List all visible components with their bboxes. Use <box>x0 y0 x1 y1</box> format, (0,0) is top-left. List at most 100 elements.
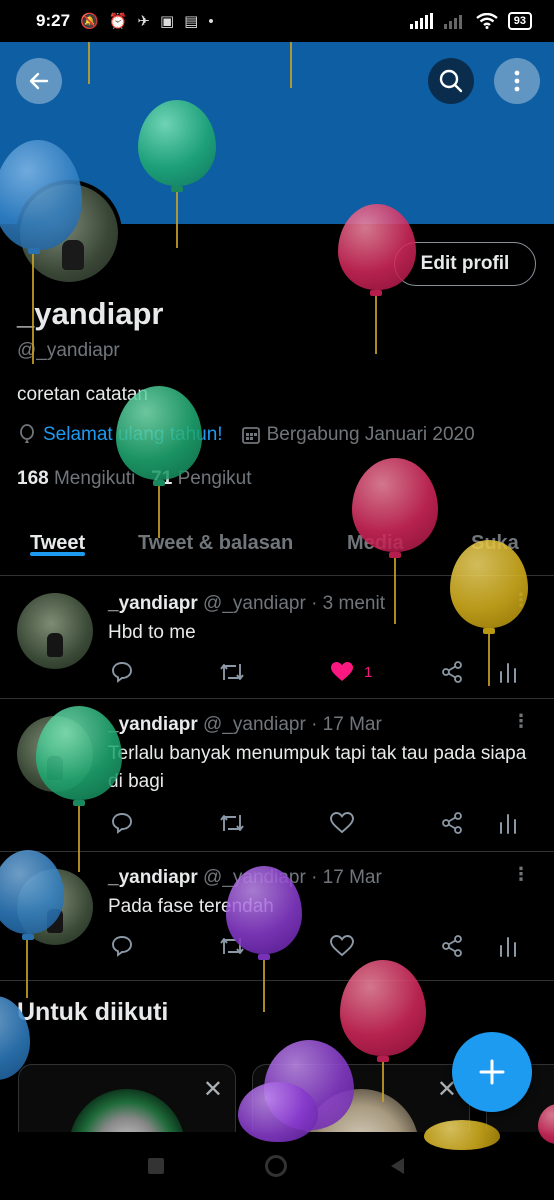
reply-icon <box>112 813 132 834</box>
tweet-author-name: _yandiapr <box>108 867 198 888</box>
birthday-link[interactable]: Selamat ulang tahun! <box>43 424 223 446</box>
dot-icon: • <box>208 12 214 30</box>
analytics-icon <box>500 814 516 834</box>
search-button[interactable] <box>428 58 474 104</box>
tweet-avatar[interactable] <box>17 593 93 669</box>
tweet-text: Terlalu banyak menumpuk tapi tak tau pad… <box>108 743 527 792</box>
tweet-time: · 17 Mar <box>311 714 382 735</box>
like-button[interactable] <box>330 810 354 836</box>
status-time: 9:27 <box>36 11 71 30</box>
close-icon[interactable]: ✕ <box>203 1075 223 1104</box>
tweet-more-button[interactable]: ⋮ <box>512 712 530 730</box>
tweet-more-button[interactable]: ⋮ <box>512 591 530 609</box>
tweet-avatar[interactable] <box>17 869 93 945</box>
tab-label: Media <box>347 532 404 554</box>
reply-button[interactable] <box>110 659 134 685</box>
like-count: 1 <box>364 663 373 681</box>
profile-avatar[interactable] <box>16 180 122 286</box>
app-icon: ▣ <box>159 13 175 30</box>
tweet-actions <box>108 810 528 836</box>
share-button[interactable] <box>440 659 464 685</box>
tweet-header: _yandiapr @_yandiapr · 17 Mar <box>108 867 382 889</box>
tweet-author-handle: @_yandiapr <box>203 593 306 614</box>
compose-tweet-button[interactable] <box>452 1032 532 1112</box>
heart-icon <box>331 662 353 681</box>
tab-label: Tweet <box>30 532 86 554</box>
tab-tweet-replies[interactable]: Tweet & balasan <box>138 520 293 555</box>
tweet-text: Pada fase terendah <box>108 896 274 917</box>
profile-handle: @_yandiapr <box>17 340 120 361</box>
edit-profile-button[interactable]: Edit profil <box>394 242 536 286</box>
following-link[interactable]: 168 Mengikuti <box>17 468 135 489</box>
wifi-icon <box>476 13 498 29</box>
notification-icons: 🔕 ⏰ ✈ ▣ ▤ • <box>80 12 214 31</box>
home-icon[interactable] <box>265 1155 287 1177</box>
chat-icon: ▤ <box>184 13 199 30</box>
share-icon <box>442 812 462 834</box>
tweet-author-handle: @_yandiapr <box>203 867 306 888</box>
tab-tweet[interactable]: Tweet <box>30 520 86 556</box>
retweet-button[interactable] <box>218 933 246 959</box>
tweet-header: _yandiapr @_yandiapr · 17 Mar <box>108 714 382 736</box>
joined-date: Bergabung Januari 2020 <box>266 424 475 445</box>
tweet-item[interactable]: _yandiapr @_yandiapr · 3 menit ⋮ Hbd to … <box>0 577 554 699</box>
tweet-header: _yandiapr @_yandiapr · 3 menit <box>108 593 385 615</box>
plus-icon <box>479 1059 505 1085</box>
profile-tabs: Tweet Tweet & balasan Media Suka <box>0 520 554 576</box>
analytics-button[interactable] <box>498 659 518 685</box>
tweet-author-handle: @_yandiapr <box>203 714 306 735</box>
analytics-button[interactable] <box>498 810 518 836</box>
alarm-icon: ⏰ <box>108 13 128 30</box>
tweet-item[interactable]: _yandiapr @_yandiapr · 17 Mar ⋮ Terlalu … <box>0 700 554 852</box>
share-button[interactable] <box>440 810 464 836</box>
analytics-button[interactable] <box>498 933 518 959</box>
tweet-avatar[interactable] <box>17 716 93 792</box>
system-icons: 93 <box>409 12 532 30</box>
battery-icon: 93 <box>507 12 532 30</box>
back-nav-icon[interactable] <box>388 1156 406 1176</box>
followers-link[interactable]: 71 Pengikut <box>151 468 251 489</box>
tweet-time: · 3 menit <box>311 593 385 614</box>
retweet-button[interactable] <box>218 810 246 836</box>
status-bar: 9:27 🔕 ⏰ ✈ ▣ ▤ • 93 <box>0 0 554 42</box>
profile-meta: Selamat ulang tahun! Bergabung Januari 2… <box>17 424 475 446</box>
tweet-time: · 17 Mar <box>311 867 382 888</box>
tweet-author-name: _yandiapr <box>108 714 198 735</box>
like-button[interactable]: 1 <box>330 659 372 685</box>
calendar-icon <box>241 427 260 444</box>
bird-icon: ✈ <box>137 13 150 30</box>
share-button[interactable] <box>440 933 464 959</box>
heart-icon <box>330 812 354 834</box>
retweet-icon <box>220 938 244 954</box>
tab-media[interactable]: Media <box>347 520 404 555</box>
recent-apps-icon[interactable] <box>148 1158 164 1174</box>
following-count: 168 <box>17 468 49 489</box>
followers-count: 71 <box>151 468 173 489</box>
reply-icon <box>112 936 132 957</box>
reply-button[interactable] <box>110 810 134 836</box>
retweet-icon <box>220 664 244 680</box>
search-icon <box>439 69 463 93</box>
tweet-item[interactable]: _yandiapr @_yandiapr · 17 Mar ⋮ Pada fas… <box>0 853 554 981</box>
more-options-button[interactable] <box>494 58 540 104</box>
signal-icon <box>409 13 433 29</box>
share-icon <box>442 935 462 957</box>
tweet-text: Hbd to me <box>108 622 196 643</box>
tab-label: Suka <box>471 532 519 554</box>
like-button[interactable] <box>330 933 354 959</box>
tweet-more-button[interactable]: ⋮ <box>512 865 530 883</box>
tab-likes[interactable]: Suka <box>471 520 519 555</box>
tweet-actions <box>108 933 528 959</box>
reply-button[interactable] <box>110 933 134 959</box>
tweet-author-name: _yandiapr <box>108 593 198 614</box>
tab-label: Tweet & balasan <box>138 532 294 554</box>
mute-icon: 🔕 <box>80 13 99 30</box>
heart-icon <box>330 935 354 957</box>
retweet-button[interactable] <box>218 659 246 685</box>
suggestions-title: Untuk diikuti <box>17 998 169 1026</box>
back-arrow-icon <box>29 72 49 90</box>
followers-label: Pengikut <box>177 468 252 489</box>
analytics-icon <box>500 663 516 683</box>
back-button[interactable] <box>16 58 62 104</box>
following-label: Mengikuti <box>53 468 136 489</box>
